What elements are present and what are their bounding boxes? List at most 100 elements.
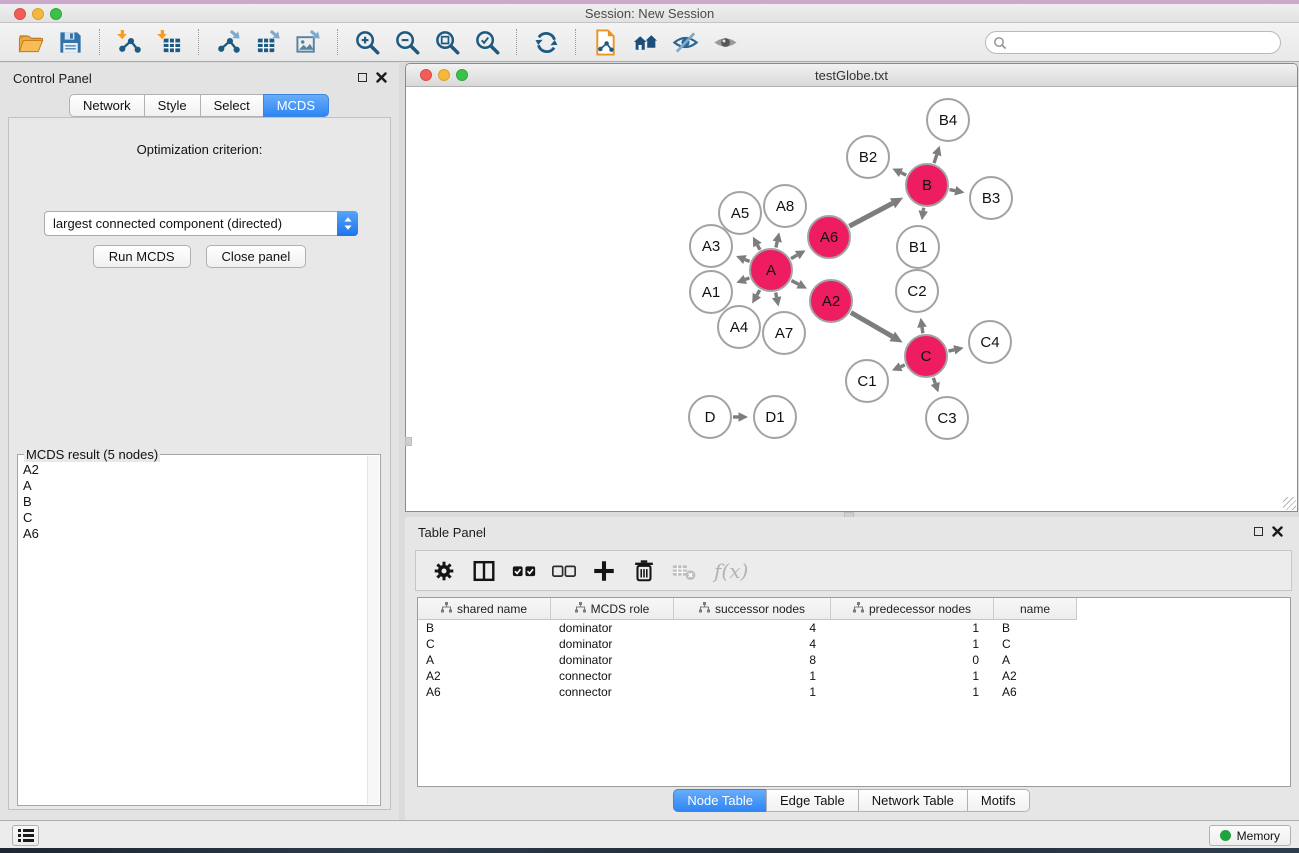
graph-node-B[interactable]: B xyxy=(906,164,948,206)
delete-column-icon[interactable] xyxy=(630,557,658,585)
mcds-result-list[interactable]: A2ABCA6 xyxy=(19,461,366,804)
graph-node-C3[interactable]: C3 xyxy=(926,397,968,439)
zoom-window-button[interactable] xyxy=(50,8,62,20)
graph-node-B4[interactable]: B4 xyxy=(927,99,969,141)
column-header-shared-name[interactable]: shared name xyxy=(418,598,551,620)
graph-node-B3[interactable]: B3 xyxy=(970,177,1012,219)
gear-icon[interactable] xyxy=(430,557,458,585)
graph-node-C4[interactable]: C4 xyxy=(969,321,1011,363)
resize-grip-icon[interactable] xyxy=(1283,497,1296,510)
deselect-all-checkbox-icon[interactable] xyxy=(550,557,578,585)
graph-node-A1[interactable]: A1 xyxy=(690,271,732,313)
optimization-criterion-label: Optimization criterion: xyxy=(9,142,390,157)
graph-node-A2[interactable]: A2 xyxy=(810,280,852,322)
tab-motifs[interactable]: Motifs xyxy=(967,789,1030,812)
close-window-button[interactable] xyxy=(14,8,26,20)
minimize-window-button[interactable] xyxy=(32,8,44,20)
hide-selected-icon[interactable] xyxy=(668,25,702,59)
tab-mcds[interactable]: MCDS xyxy=(263,94,329,117)
column-header-MCDS-role[interactable]: MCDS role xyxy=(551,598,674,620)
table-row[interactable]: Bdominator41B xyxy=(418,620,1290,636)
graph-node-C1[interactable]: C1 xyxy=(846,360,888,402)
tab-node-table[interactable]: Node Table xyxy=(673,789,767,812)
graph-node-A8[interactable]: A8 xyxy=(764,185,806,227)
mcds-result-item[interactable]: C xyxy=(19,509,366,525)
graph-node-D[interactable]: D xyxy=(689,396,731,438)
tab-style[interactable]: Style xyxy=(144,94,201,117)
graph-node-A[interactable]: A xyxy=(750,249,792,291)
first-neighbors-icon[interactable] xyxy=(628,25,662,59)
graph-node-A3[interactable]: A3 xyxy=(690,225,732,267)
network-minimize-button[interactable] xyxy=(438,69,450,81)
column-header-name[interactable]: name xyxy=(994,598,1077,620)
network-canvas[interactable]: B4 B2 B B3 A5A8A6 A3 B1 A A1 C2 A2 A4A7 C4 C C1 C3 D D1 xyxy=(406,87,1297,511)
column-header-successor-nodes[interactable]: successor nodes xyxy=(674,598,831,620)
mcds-result-item[interactable]: A2 xyxy=(19,461,366,477)
table-row[interactable]: A2connector11A2 xyxy=(418,668,1290,684)
table-cell: dominator xyxy=(551,636,674,652)
import-table-icon[interactable] xyxy=(152,25,186,59)
zoom-fit-icon[interactable] xyxy=(430,25,464,59)
table-row[interactable]: Cdominator41C xyxy=(418,636,1290,652)
optimization-criterion-select[interactable]: largest connected component (directed) xyxy=(44,211,358,236)
tab-select[interactable]: Select xyxy=(200,94,264,117)
mcds-result-scrollbar[interactable] xyxy=(367,456,379,804)
search-input[interactable] xyxy=(1011,33,1273,52)
graph-node-D1[interactable]: D1 xyxy=(754,396,796,438)
float-panel-icon[interactable] xyxy=(358,73,367,82)
import-network-icon[interactable] xyxy=(112,25,146,59)
save-icon[interactable] xyxy=(53,25,87,59)
task-history-button[interactable] xyxy=(12,825,39,846)
graph-node-A5[interactable]: A5 xyxy=(719,192,761,234)
network-graph[interactable]: B4 B2 B B3 A5A8A6 A3 B1 A A1 C2 A2 A4A7 C4 C C1 C3 D D1 xyxy=(406,87,1297,511)
network-window-titlebar[interactable]: testGlobe.txt xyxy=(406,64,1297,87)
close-panel-button[interactable]: Close panel xyxy=(206,245,307,268)
table-cell: C xyxy=(994,636,1077,652)
graph-node-B1[interactable]: B1 xyxy=(897,226,939,268)
zoom-in-icon[interactable] xyxy=(350,25,384,59)
table-row[interactable]: Adominator80A xyxy=(418,652,1290,668)
float-table-panel-icon[interactable] xyxy=(1254,527,1263,536)
export-table-icon[interactable] xyxy=(251,25,285,59)
graph-node-C2[interactable]: C2 xyxy=(896,270,938,312)
graph-node-A6[interactable]: A6 xyxy=(808,216,850,258)
open-folder-icon[interactable] xyxy=(13,25,47,59)
mcds-result-item[interactable]: A6 xyxy=(19,525,366,541)
network-close-button[interactable] xyxy=(420,69,432,81)
export-network-icon[interactable] xyxy=(211,25,245,59)
search-field[interactable] xyxy=(985,31,1281,54)
run-mcds-button[interactable]: Run MCDS xyxy=(93,245,191,268)
mcds-result-item[interactable]: A xyxy=(19,477,366,493)
show-all-icon[interactable] xyxy=(708,25,742,59)
graph-node-A4[interactable]: A4 xyxy=(718,306,760,348)
graph-node-B2[interactable]: B2 xyxy=(847,136,889,178)
columns-icon[interactable] xyxy=(470,557,498,585)
tab-edge-table[interactable]: Edge Table xyxy=(766,789,859,812)
graph-node-A7[interactable]: A7 xyxy=(763,312,805,354)
vertical-splitter-handle[interactable] xyxy=(405,437,412,446)
close-panel-icon[interactable] xyxy=(376,72,387,83)
export-image-icon[interactable] xyxy=(291,25,325,59)
graph-node-C[interactable]: C xyxy=(905,335,947,377)
select-all-checkbox-icon[interactable] xyxy=(510,557,538,585)
table-row[interactable]: A6connector11A6 xyxy=(418,684,1290,700)
memory-button[interactable]: Memory xyxy=(1209,825,1291,846)
network-zoom-button[interactable] xyxy=(456,69,468,81)
close-table-panel-icon[interactable] xyxy=(1272,526,1283,537)
zoom-out-icon[interactable] xyxy=(390,25,424,59)
tab-network-table[interactable]: Network Table xyxy=(858,789,968,812)
column-header-predecessor-nodes[interactable]: predecessor nodes xyxy=(831,598,994,620)
add-column-icon[interactable] xyxy=(590,557,618,585)
node-table-body: Bdominator41BCdominator41CAdominator80AA… xyxy=(418,620,1290,700)
svg-text:C4: C4 xyxy=(980,334,999,351)
node-table[interactable]: shared nameMCDS rolesuccessor nodesprede… xyxy=(417,597,1291,787)
network-window-title: testGlobe.txt xyxy=(406,64,1297,87)
refresh-icon[interactable] xyxy=(529,25,563,59)
new-network-from-selection-icon[interactable] xyxy=(588,25,622,59)
select-stepper-icon[interactable] xyxy=(337,211,358,236)
mcds-result-item[interactable]: B xyxy=(19,493,366,509)
svg-text:A3: A3 xyxy=(702,238,720,255)
delete-table-icon[interactable] xyxy=(670,557,698,585)
zoom-selected-icon[interactable] xyxy=(470,25,504,59)
tab-network[interactable]: Network xyxy=(69,94,145,117)
